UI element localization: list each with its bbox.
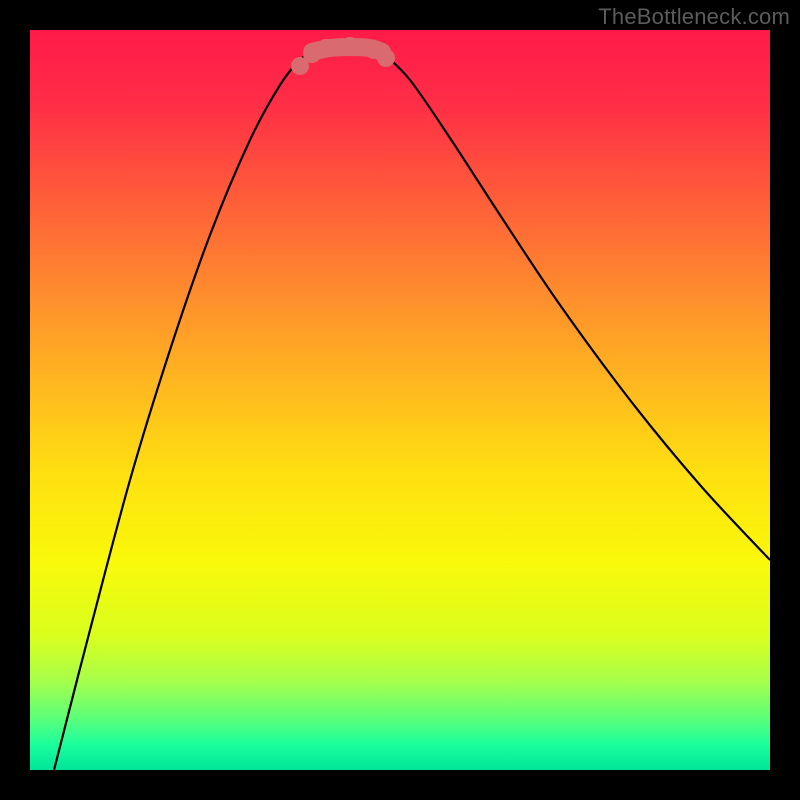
watermark-text: TheBottleneck.com	[598, 4, 790, 30]
floor-marker	[377, 49, 395, 67]
bottleneck-curve	[30, 30, 770, 770]
plot-area	[30, 30, 770, 770]
chart-frame: TheBottleneck.com	[0, 0, 800, 800]
floor-marker	[341, 37, 359, 55]
floor-marker	[317, 39, 335, 57]
curve-path	[54, 47, 770, 770]
